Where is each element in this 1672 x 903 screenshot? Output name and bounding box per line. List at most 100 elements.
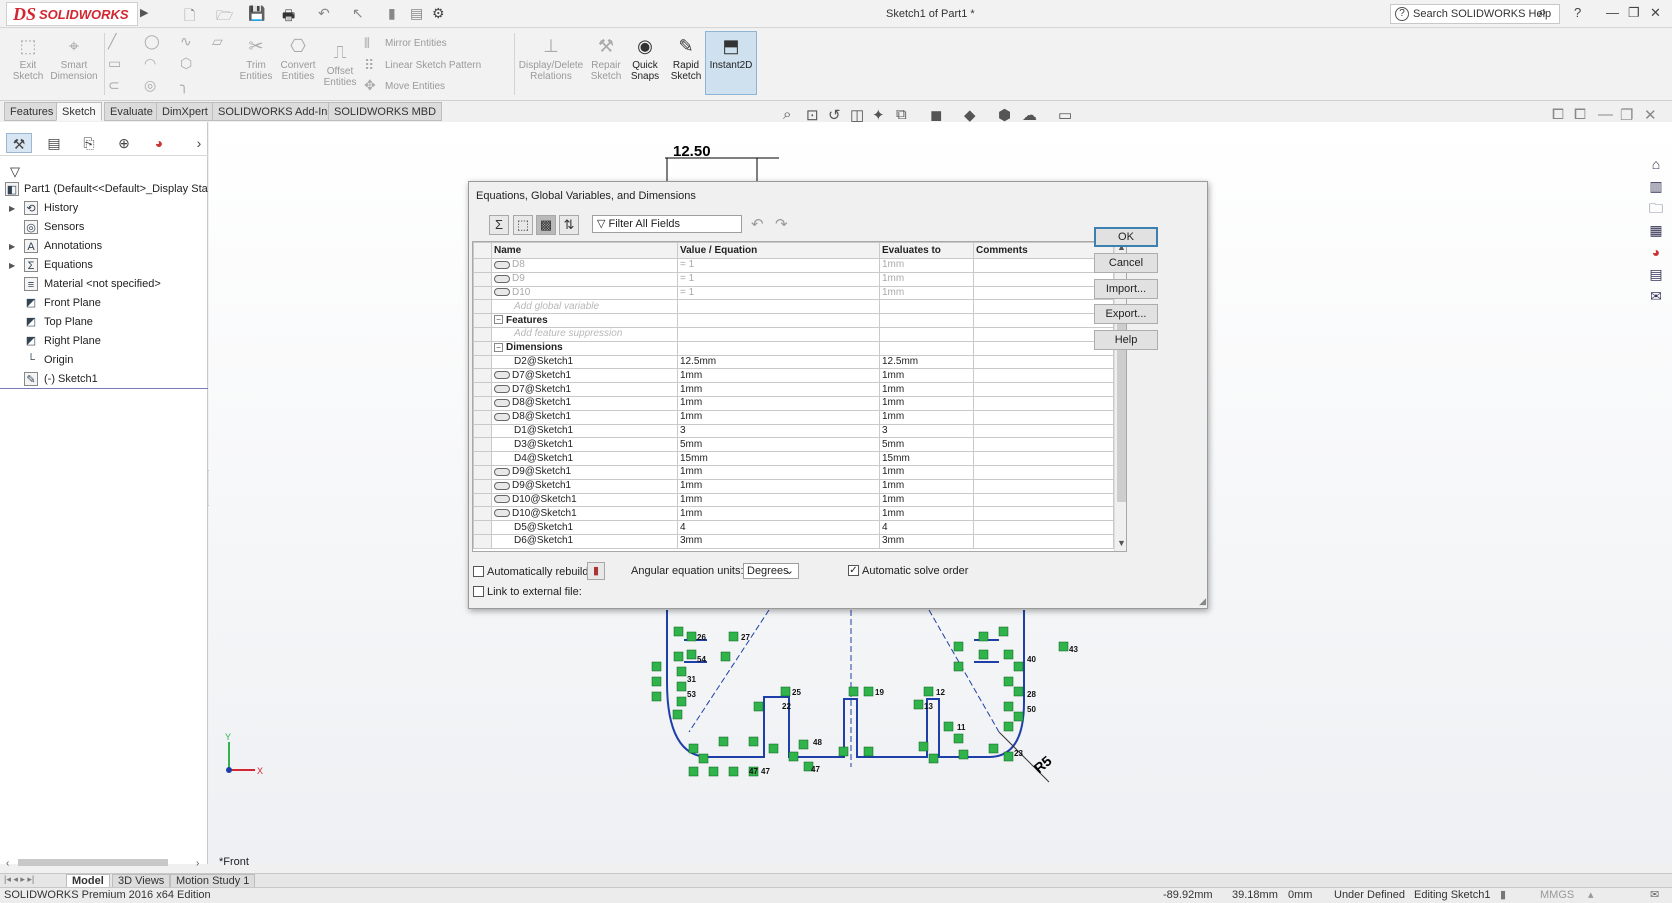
zoom-area-icon[interactable]: ⊡	[806, 106, 819, 124]
equation-view-sigma-icon[interactable]: Σ	[489, 215, 509, 235]
polygon-icon[interactable]: ⬡	[180, 55, 192, 72]
file-properties-icon[interactable]: ▤	[410, 5, 423, 22]
cell-name[interactable]: D10@Sketch1	[491, 506, 678, 522]
cell-name[interactable]: D3@Sketch1	[491, 437, 678, 453]
tooltip-icon[interactable]: ✉	[1650, 888, 1659, 903]
auto-solve-checkbox[interactable]: ✓	[848, 565, 859, 576]
view-orientation-icon[interactable]: ⧉	[896, 106, 907, 123]
cell-value[interactable]: 1mm	[677, 409, 880, 425]
auto-rebuild-checkbox[interactable]	[473, 566, 484, 577]
dynamic-annotation-icon[interactable]: ✦	[872, 106, 885, 124]
angular-units-select[interactable]: Degrees ⌄	[743, 563, 799, 579]
cell-name[interactable]: Add feature suppression	[491, 326, 678, 342]
sketch-equation-view-icon[interactable]: ⬚	[513, 215, 533, 235]
row-header[interactable]	[473, 451, 492, 466]
help-button[interactable]: Help	[1094, 330, 1158, 350]
unit-system[interactable]: MMGS	[1540, 888, 1574, 903]
convert-entities-button[interactable]: ⎔ Convert Entities	[274, 35, 322, 82]
edit-appearance-icon[interactable]: ⬢	[998, 106, 1011, 124]
save-icon[interactable]: 💾	[248, 5, 265, 22]
cell-value[interactable]: 4	[677, 520, 880, 535]
options-gear-icon[interactable]: ⚙	[432, 5, 445, 22]
tab-scroll-arrows-icon[interactable]: |◂ ◂ ▸ ▸|	[4, 874, 34, 885]
feature-manager-tab-icon[interactable]: ⚒	[6, 133, 32, 153]
tree-item-equations[interactable]: ▶ Σ Equations	[0, 256, 208, 275]
doc-restore-icon[interactable]: ❐	[1620, 106, 1633, 124]
tree-item-front-plane[interactable]: ◩ Front Plane	[0, 294, 208, 313]
cell-name[interactable]: D10	[491, 285, 678, 301]
ordered-view-icon[interactable]: ⇅	[559, 215, 579, 235]
cell-name[interactable]: D10@Sketch1	[491, 492, 678, 508]
tree-item-history[interactable]: ▶ ⟲ History	[0, 199, 208, 218]
cell-comments[interactable]	[973, 395, 1114, 411]
cell-comments[interactable]	[973, 478, 1114, 494]
cell-comments[interactable]	[973, 354, 1114, 370]
cell-comments[interactable]	[973, 340, 1114, 356]
cell-name[interactable]: D8@Sketch1	[491, 395, 678, 411]
table-row[interactable]: D7@Sketch1 1mm 1mm	[473, 368, 1114, 384]
rebuild-icon[interactable]: ▮	[388, 5, 396, 22]
filter-all-fields-input[interactable]: ▽ Filter All Fields	[592, 215, 742, 233]
cell-name[interactable]: D1@Sketch1	[491, 423, 678, 439]
cell-comments[interactable]	[973, 258, 1114, 273]
table-row[interactable]: D2@Sketch1 12.5mm 12.5mm	[473, 354, 1114, 370]
cell-name[interactable]: − Dimensions	[491, 340, 678, 356]
custom-properties-icon[interactable]: ▤	[1646, 264, 1666, 284]
cell-comments[interactable]	[973, 368, 1114, 384]
cell-name[interactable]: D2@Sketch1	[491, 354, 678, 370]
restore-icon[interactable]: ❐	[1628, 5, 1640, 21]
row-header[interactable]	[473, 492, 492, 508]
open-document-icon[interactable]: 🗁	[216, 5, 233, 29]
rapid-sketch-button[interactable]: ✎ Rapid Sketch	[664, 35, 708, 82]
cell-comments[interactable]	[973, 506, 1114, 522]
menu-expand-arrow-icon[interactable]: ▶	[140, 6, 148, 19]
redo-icon[interactable]: ↷	[775, 215, 788, 233]
table-row[interactable]: D4@Sketch1 15mm 15mm	[473, 451, 1114, 466]
panel-horizontal-scrollbar[interactable]: ‹ ›	[4, 856, 204, 868]
cell-value[interactable]: 1mm	[677, 395, 880, 411]
cell-name[interactable]: D7@Sketch1	[491, 368, 678, 384]
cancel-button[interactable]: Cancel	[1094, 253, 1158, 273]
table-row[interactable]: D6@Sketch1 3mm 3mm	[473, 533, 1114, 549]
export-button[interactable]: Export...	[1094, 304, 1158, 324]
cell-comments[interactable]	[973, 451, 1114, 466]
new-document-icon[interactable]: 🗋	[184, 5, 195, 29]
add-row[interactable]: Add feature suppression	[473, 326, 1114, 342]
spline-icon[interactable]: ∿	[180, 33, 192, 50]
minimize-icon[interactable]: —	[1606, 5, 1619, 20]
instant2d-button[interactable]: ⬒ Instant2D	[705, 31, 757, 95]
tab-dimxpert[interactable]: DimXpert	[156, 102, 214, 121]
point-icon[interactable]: ◎	[144, 77, 156, 94]
line-icon[interactable]: ╱	[108, 33, 116, 50]
plane-icon[interactable]: ▱	[212, 33, 223, 50]
cell-name[interactable]: D9@Sketch1	[491, 464, 678, 480]
resize-grip-icon[interactable]: ◢	[1199, 596, 1206, 607]
add-row[interactable]: Add global variable	[473, 299, 1114, 315]
hide-show-icon[interactable]: ◆	[964, 106, 976, 124]
tab-3d-views[interactable]: 3D Views	[112, 874, 171, 888]
row-header[interactable]	[473, 299, 492, 315]
table-row[interactable]: D9@Sketch1 1mm 1mm	[473, 478, 1114, 494]
help-search-input[interactable]: ? Search SOLIDWORKS Help	[1390, 4, 1560, 24]
row-header[interactable]	[473, 409, 492, 425]
tab-addins[interactable]: SOLIDWORKS Add-Ins	[212, 102, 339, 121]
dimension-view-icon[interactable]: ▩	[536, 215, 556, 235]
table-row[interactable]: D1@Sketch1 3 3	[473, 423, 1114, 439]
row-header[interactable]	[473, 437, 492, 453]
row-header[interactable]	[473, 478, 492, 494]
table-row[interactable]: D5@Sketch1 4 4	[473, 520, 1114, 535]
units-chevron-icon[interactable]: ▴	[1588, 888, 1594, 903]
cell-value[interactable]: 15mm	[677, 451, 880, 466]
help-menu-icon[interactable]: ?	[1574, 5, 1581, 20]
rebuild-status-icon[interactable]: ▮	[1500, 888, 1506, 903]
row-header[interactable]	[473, 313, 492, 328]
slot-icon[interactable]: ⊂	[108, 77, 120, 94]
zoom-to-fit-icon[interactable]: ⌕	[783, 106, 791, 123]
cell-value[interactable]	[677, 340, 880, 356]
cell-value[interactable]	[677, 326, 880, 342]
cell-comments[interactable]	[973, 313, 1114, 328]
tab-features[interactable]: Features	[4, 102, 60, 121]
cell-name[interactable]: D9@Sketch1	[491, 478, 678, 494]
cell-name[interactable]: D8@Sketch1	[491, 409, 678, 425]
cell-value[interactable]: 1mm	[677, 492, 880, 508]
